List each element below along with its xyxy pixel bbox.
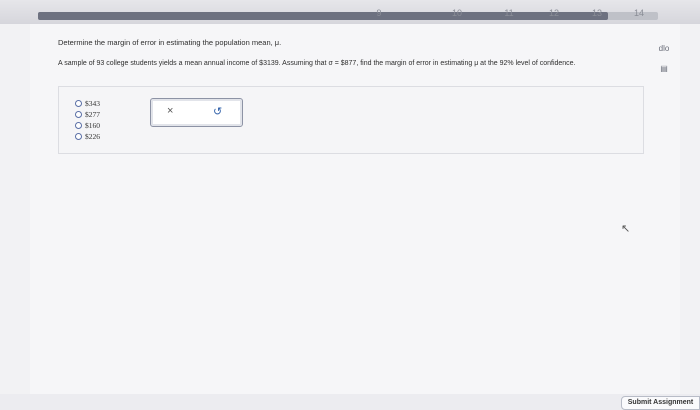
question-number[interactable]: 12 xyxy=(543,8,565,22)
question-number[interactable]: 11 xyxy=(498,8,520,22)
question-number[interactable]: 10 xyxy=(446,8,468,22)
choice-option[interactable]: $226 xyxy=(75,131,100,142)
choice-label: $226 xyxy=(85,132,100,141)
choice-option[interactable]: $343 xyxy=(75,98,100,109)
radio-button[interactable] xyxy=(75,133,82,140)
choice-option[interactable]: $160 xyxy=(75,120,100,131)
choice-option[interactable]: $277 xyxy=(75,109,100,120)
undo-button[interactable]: ↺ xyxy=(213,105,222,118)
radio-button[interactable] xyxy=(75,122,82,129)
radio-button[interactable] xyxy=(75,111,82,118)
progress-fill xyxy=(38,12,609,20)
question-prompt: Determine the margin of error in estimat… xyxy=(58,38,282,47)
choice-label: $277 xyxy=(85,110,100,119)
question-number[interactable]: 13 xyxy=(586,8,608,22)
answer-action-group: × ↺ xyxy=(150,98,243,127)
question-number[interactable]: 14 xyxy=(628,8,650,22)
choice-label: $160 xyxy=(85,121,100,130)
question-sheet xyxy=(30,24,680,404)
question-progress-bar: 9 10 11 12 13 14 xyxy=(38,8,658,20)
bottom-bar xyxy=(0,394,700,410)
mouse-cursor-icon: ↖ xyxy=(621,223,631,235)
radio-button[interactable] xyxy=(75,100,82,107)
clear-button[interactable]: × xyxy=(167,105,173,117)
question-number[interactable]: 9 xyxy=(368,8,390,22)
choice-label: $343 xyxy=(85,99,100,108)
problem-statement: A sample of 93 college students yields a… xyxy=(58,60,576,67)
tools-icon[interactable]: dlo xyxy=(657,44,671,56)
calculator-icon[interactable]: ▤ xyxy=(658,64,670,76)
answer-panel xyxy=(58,86,644,154)
submit-assignment-button[interactable]: Submit Assignment xyxy=(621,396,700,410)
